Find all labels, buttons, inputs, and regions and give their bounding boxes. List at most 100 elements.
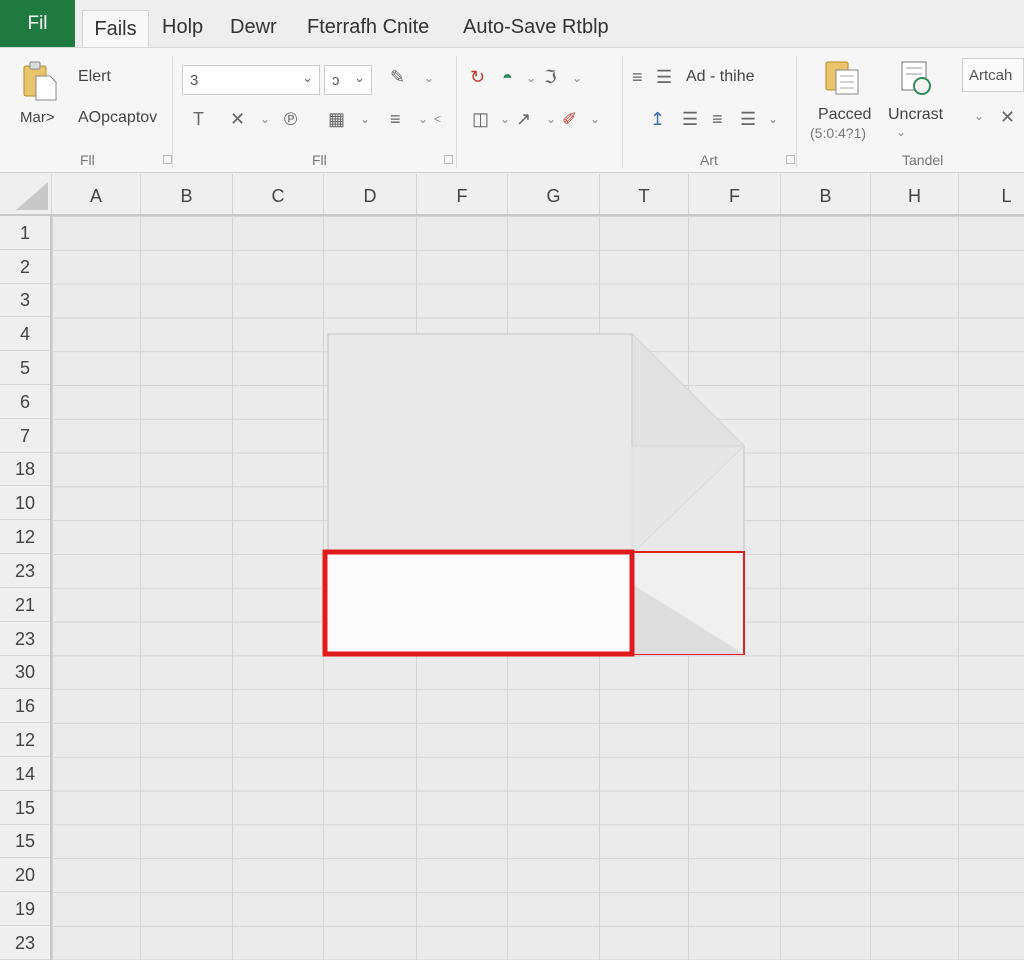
chevron-down-icon[interactable]: ⌄ — [260, 113, 270, 125]
separator — [172, 56, 173, 168]
row-header[interactable]: 20 — [0, 858, 50, 892]
floating-shape[interactable] — [322, 332, 748, 658]
column-header[interactable]: F — [417, 174, 508, 214]
align-icon[interactable]: ≡ — [390, 110, 401, 128]
highlight-icon[interactable]: ↗ — [516, 110, 531, 128]
borders-icon[interactable]: ▦ — [328, 110, 345, 128]
wrap-icon[interactable]: ◫ — [472, 110, 489, 128]
row-header[interactable]: 19 — [0, 892, 50, 926]
chevron-down-icon[interactable]: ⌄ — [546, 113, 556, 125]
row-header[interactable]: 16 — [0, 689, 50, 723]
row-header[interactable]: 14 — [0, 757, 50, 791]
close-icon[interactable]: ✕ — [1000, 108, 1015, 126]
column-header[interactable]: B — [781, 174, 871, 214]
column-gridline — [958, 216, 959, 960]
pen-icon[interactable]: ✎ — [390, 68, 405, 86]
chevron-down-icon[interactable]: ⌄ — [590, 113, 600, 125]
chevron-down-icon[interactable]: ⌄ — [424, 72, 434, 84]
chevron-down-icon[interactable]: ⌄ — [974, 110, 984, 122]
row-header[interactable]: 3 — [0, 283, 50, 317]
chevron-down-icon[interactable]: ⌄ — [572, 72, 582, 84]
unstack-button[interactable]: Uncrast — [888, 106, 943, 124]
fill-icon[interactable]: ◓ — [502, 68, 513, 86]
refresh-icon[interactable]: ↻ — [470, 68, 485, 86]
row-header[interactable]: 23 — [0, 926, 50, 960]
clear-format-icon[interactable]: ✕ — [230, 110, 245, 128]
eraser-icon[interactable]: ✐ — [562, 110, 577, 128]
separator — [456, 56, 457, 168]
options-button[interactable]: AOpcaptov — [78, 109, 157, 127]
paste-icon[interactable] — [22, 60, 58, 102]
font-color-icon[interactable]: ℑ — [544, 68, 557, 86]
chevron-down-icon[interactable]: ⌄ — [896, 126, 906, 138]
column-header[interactable]: F — [689, 174, 781, 214]
font-launcher-icon[interactable] — [444, 155, 453, 164]
unstack-icon[interactable] — [898, 58, 936, 98]
sheet-fold — [631, 334, 744, 447]
row-header[interactable]: 21 — [0, 588, 50, 622]
align-center-icon[interactable]: ≡ — [712, 110, 723, 128]
paste-special-button[interactable]: Pacced — [818, 106, 871, 124]
cut-button[interactable]: Elert — [78, 68, 111, 86]
align-left-icon[interactable]: ☰ — [682, 110, 698, 128]
wrap-text-button[interactable]: Ad - thihe — [686, 68, 754, 86]
column-gridline — [780, 216, 781, 960]
search-input[interactable]: Artcah — [962, 58, 1024, 92]
column-gridline — [140, 216, 141, 960]
column-header[interactable]: L — [959, 174, 1024, 214]
row-header[interactable]: 12 — [0, 520, 50, 554]
row-header[interactable]: 2 — [0, 250, 50, 284]
column-header[interactable]: C — [233, 174, 324, 214]
chevron-down-icon[interactable]: ⌄ — [500, 113, 510, 125]
row-header[interactable]: 10 — [0, 486, 50, 520]
paste-button[interactable]: Mar> — [20, 109, 55, 126]
row-header[interactable]: 1 — [0, 216, 50, 250]
font-size-box[interactable]: ɔ ⌄ — [324, 65, 372, 95]
column-header[interactable]: D — [324, 174, 417, 214]
chevron-down-icon[interactable]: ⌄ — [768, 113, 778, 125]
chevron-down-icon[interactable]: ⌄ — [526, 72, 536, 84]
row-header[interactable]: 4 — [0, 317, 50, 351]
align-right-icon[interactable]: ☰ — [740, 110, 756, 128]
row-header[interactable]: 6 — [0, 385, 50, 419]
row-header[interactable]: 23 — [0, 622, 50, 656]
column-gridline — [870, 216, 871, 960]
tab-holp[interactable]: Holp — [162, 12, 203, 46]
tab-fterrafh-cnite[interactable]: Fterrafh Cnite — [307, 12, 429, 46]
select-all-corner[interactable] — [0, 174, 52, 214]
text-style-icon[interactable]: T — [193, 110, 204, 128]
tab-fails[interactable]: Fails — [82, 10, 149, 48]
clipboard-launcher-icon[interactable] — [163, 155, 172, 164]
selected-cell-range[interactable] — [322, 549, 635, 657]
column-header[interactable]: B — [141, 174, 233, 214]
row-header[interactable]: 18 — [0, 452, 50, 486]
row-header[interactable]: 30 — [0, 655, 50, 689]
row-header[interactable]: 7 — [0, 419, 50, 453]
column-header[interactable]: T — [600, 174, 689, 214]
file-tab[interactable]: Fil — [0, 0, 75, 47]
list-icon[interactable]: ≡ — [632, 68, 643, 86]
chevron-down-icon[interactable]: ⌄ — [418, 113, 428, 125]
paste-special-icon[interactable] — [824, 58, 862, 98]
ribbon-tab-bar: Fil Fails Holp Dewr Fterrafh Cnite Auto-… — [0, 0, 1024, 48]
row-header[interactable]: 5 — [0, 351, 50, 385]
chevron-left-icon[interactable]: < — [434, 113, 441, 125]
tab-dewr[interactable]: Dewr — [230, 12, 277, 46]
tab-auto-save[interactable]: Auto-Save Rtblp — [463, 12, 609, 46]
row-header[interactable]: 12 — [0, 723, 50, 757]
paste-special-sub: (5:0:4?1) — [810, 125, 867, 141]
format-painter-icon[interactable]: ℗ — [284, 110, 297, 128]
column-header[interactable]: H — [871, 174, 959, 214]
chevron-down-icon[interactable]: ⌄ — [360, 113, 370, 125]
row-header[interactable]: 15 — [0, 791, 50, 825]
row-header[interactable]: 15 — [0, 824, 50, 858]
bullet-list-icon[interactable]: ☰ — [656, 68, 672, 86]
column-header[interactable]: G — [508, 174, 600, 214]
column-header[interactable]: A — [52, 174, 141, 214]
ribbon: Mar> Elert AOpcaptov Fll 3 ⌄ ɔ ⌄ ✎ ⌄ T ✕… — [0, 47, 1024, 173]
alignment-launcher-icon[interactable] — [786, 155, 795, 164]
row-header[interactable]: 23 — [0, 554, 50, 588]
link-icon[interactable]: ↥ — [650, 110, 665, 128]
font-name-box[interactable]: 3 ⌄ — [182, 65, 320, 95]
column-header-bar: A B C D F G T F B H L — [0, 174, 1024, 216]
